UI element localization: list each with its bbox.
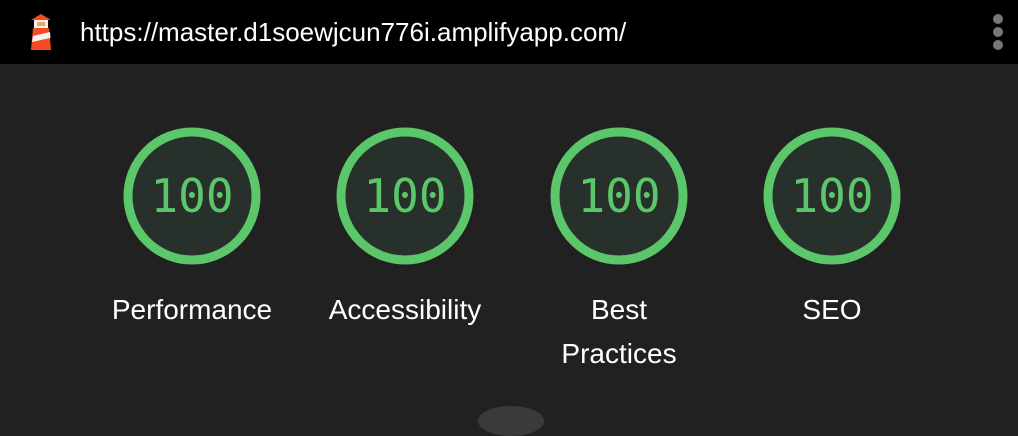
gauge-label: Performance — [111, 294, 273, 325]
url-bar[interactable]: https://master.d1soewjcun776i.amplifyapp… — [80, 16, 626, 48]
gauge-label: Accessibility — [328, 294, 482, 325]
gauge-ring: 100 — [762, 126, 902, 266]
gauge-score: 100 — [363, 169, 447, 223]
gauge-ring: 100 — [549, 126, 689, 266]
gauge-seo[interactable]: 100 SEO — [732, 126, 932, 332]
browser-toolbar: https://master.d1soewjcun776i.amplifyapp… — [0, 0, 1018, 64]
gauge-accessibility[interactable]: 100 Accessibility — [305, 126, 505, 332]
gauge-score: 100 — [790, 169, 874, 223]
gauge-ring: 100 — [122, 126, 262, 266]
gauge-performance[interactable]: 100 Performance — [92, 126, 292, 332]
gauge-label: Best Practices — [561, 294, 677, 369]
gauge-label: SEO — [802, 294, 862, 325]
lighthouse-icon — [31, 14, 51, 50]
gauge-best-practices[interactable]: 100 Best Practices — [519, 126, 719, 376]
scroll-indicator — [478, 406, 544, 436]
gauge-score: 100 — [150, 169, 234, 223]
gauge-ring: 100 — [335, 126, 475, 266]
gauge-score: 100 — [577, 169, 661, 223]
more-vert-icon[interactable] — [988, 12, 1008, 52]
